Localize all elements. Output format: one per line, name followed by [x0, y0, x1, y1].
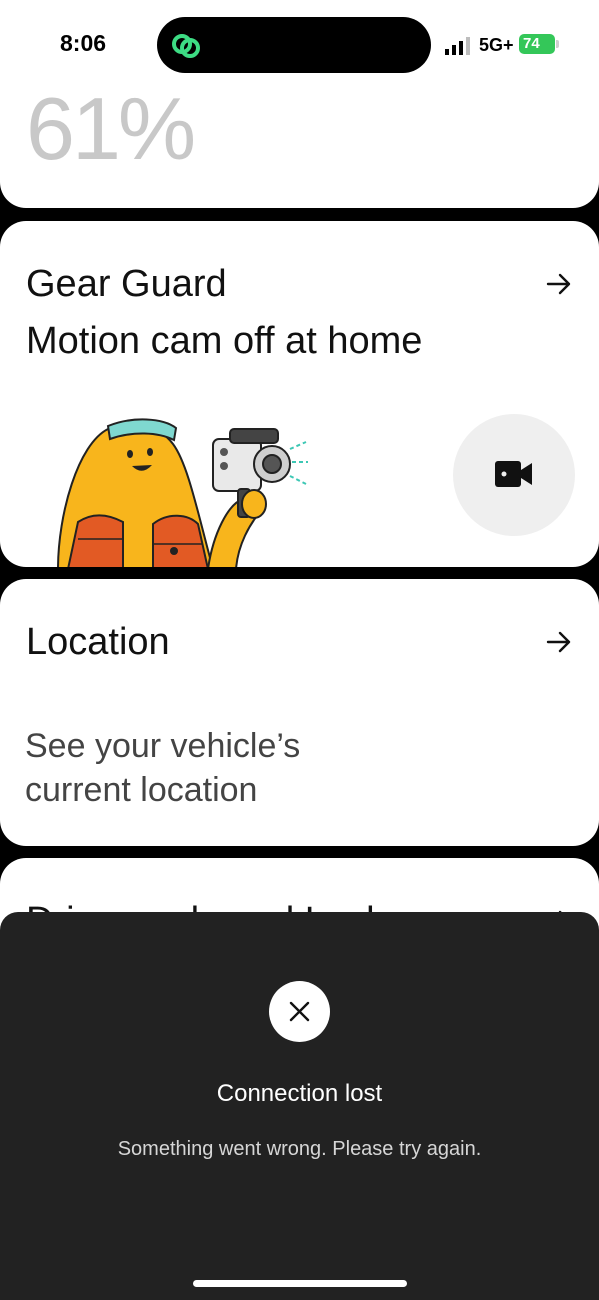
battery-indicator: 74 [519, 34, 555, 54]
battery-percent: 61% [26, 79, 196, 178]
battery-cap [556, 40, 559, 48]
gear-guard-card[interactable]: Gear Guard Motion cam off at home [0, 221, 599, 567]
network-type: 5G+ [479, 35, 514, 55]
location-description: See your vehicle’s current location [25, 727, 301, 809]
signal-strength-icon [445, 37, 470, 55]
mascot-illustration [57, 418, 308, 567]
video-camera-icon [495, 461, 532, 487]
arrow-right-icon[interactable] [546, 271, 572, 297]
home-indicator[interactable] [193, 1280, 407, 1287]
linked-rings-icon [172, 34, 200, 58]
status-time: 8:06 [60, 30, 107, 56]
dynamic-island [157, 17, 431, 73]
error-bottom-sheet: Connection lost Something went wrong. Pl… [0, 912, 599, 1300]
location-card[interactable]: Location See your vehicle’s current loca… [0, 579, 599, 846]
error-message: Something went wrong. Please try again. [117, 1138, 482, 1160]
error-title: Connection lost [216, 1080, 383, 1107]
arrow-right-icon[interactable] [546, 629, 572, 655]
close-icon [289, 1001, 310, 1022]
dismiss-button[interactable] [269, 981, 330, 1042]
location-title: Location [26, 621, 170, 663]
gear-guard-title: Gear Guard [26, 263, 227, 305]
motion-camera-button[interactable] [453, 414, 575, 536]
status-bar: 8:06 5G+ 74 [0, 0, 599, 90]
gear-guard-subtitle: Motion cam off at home [26, 320, 423, 362]
